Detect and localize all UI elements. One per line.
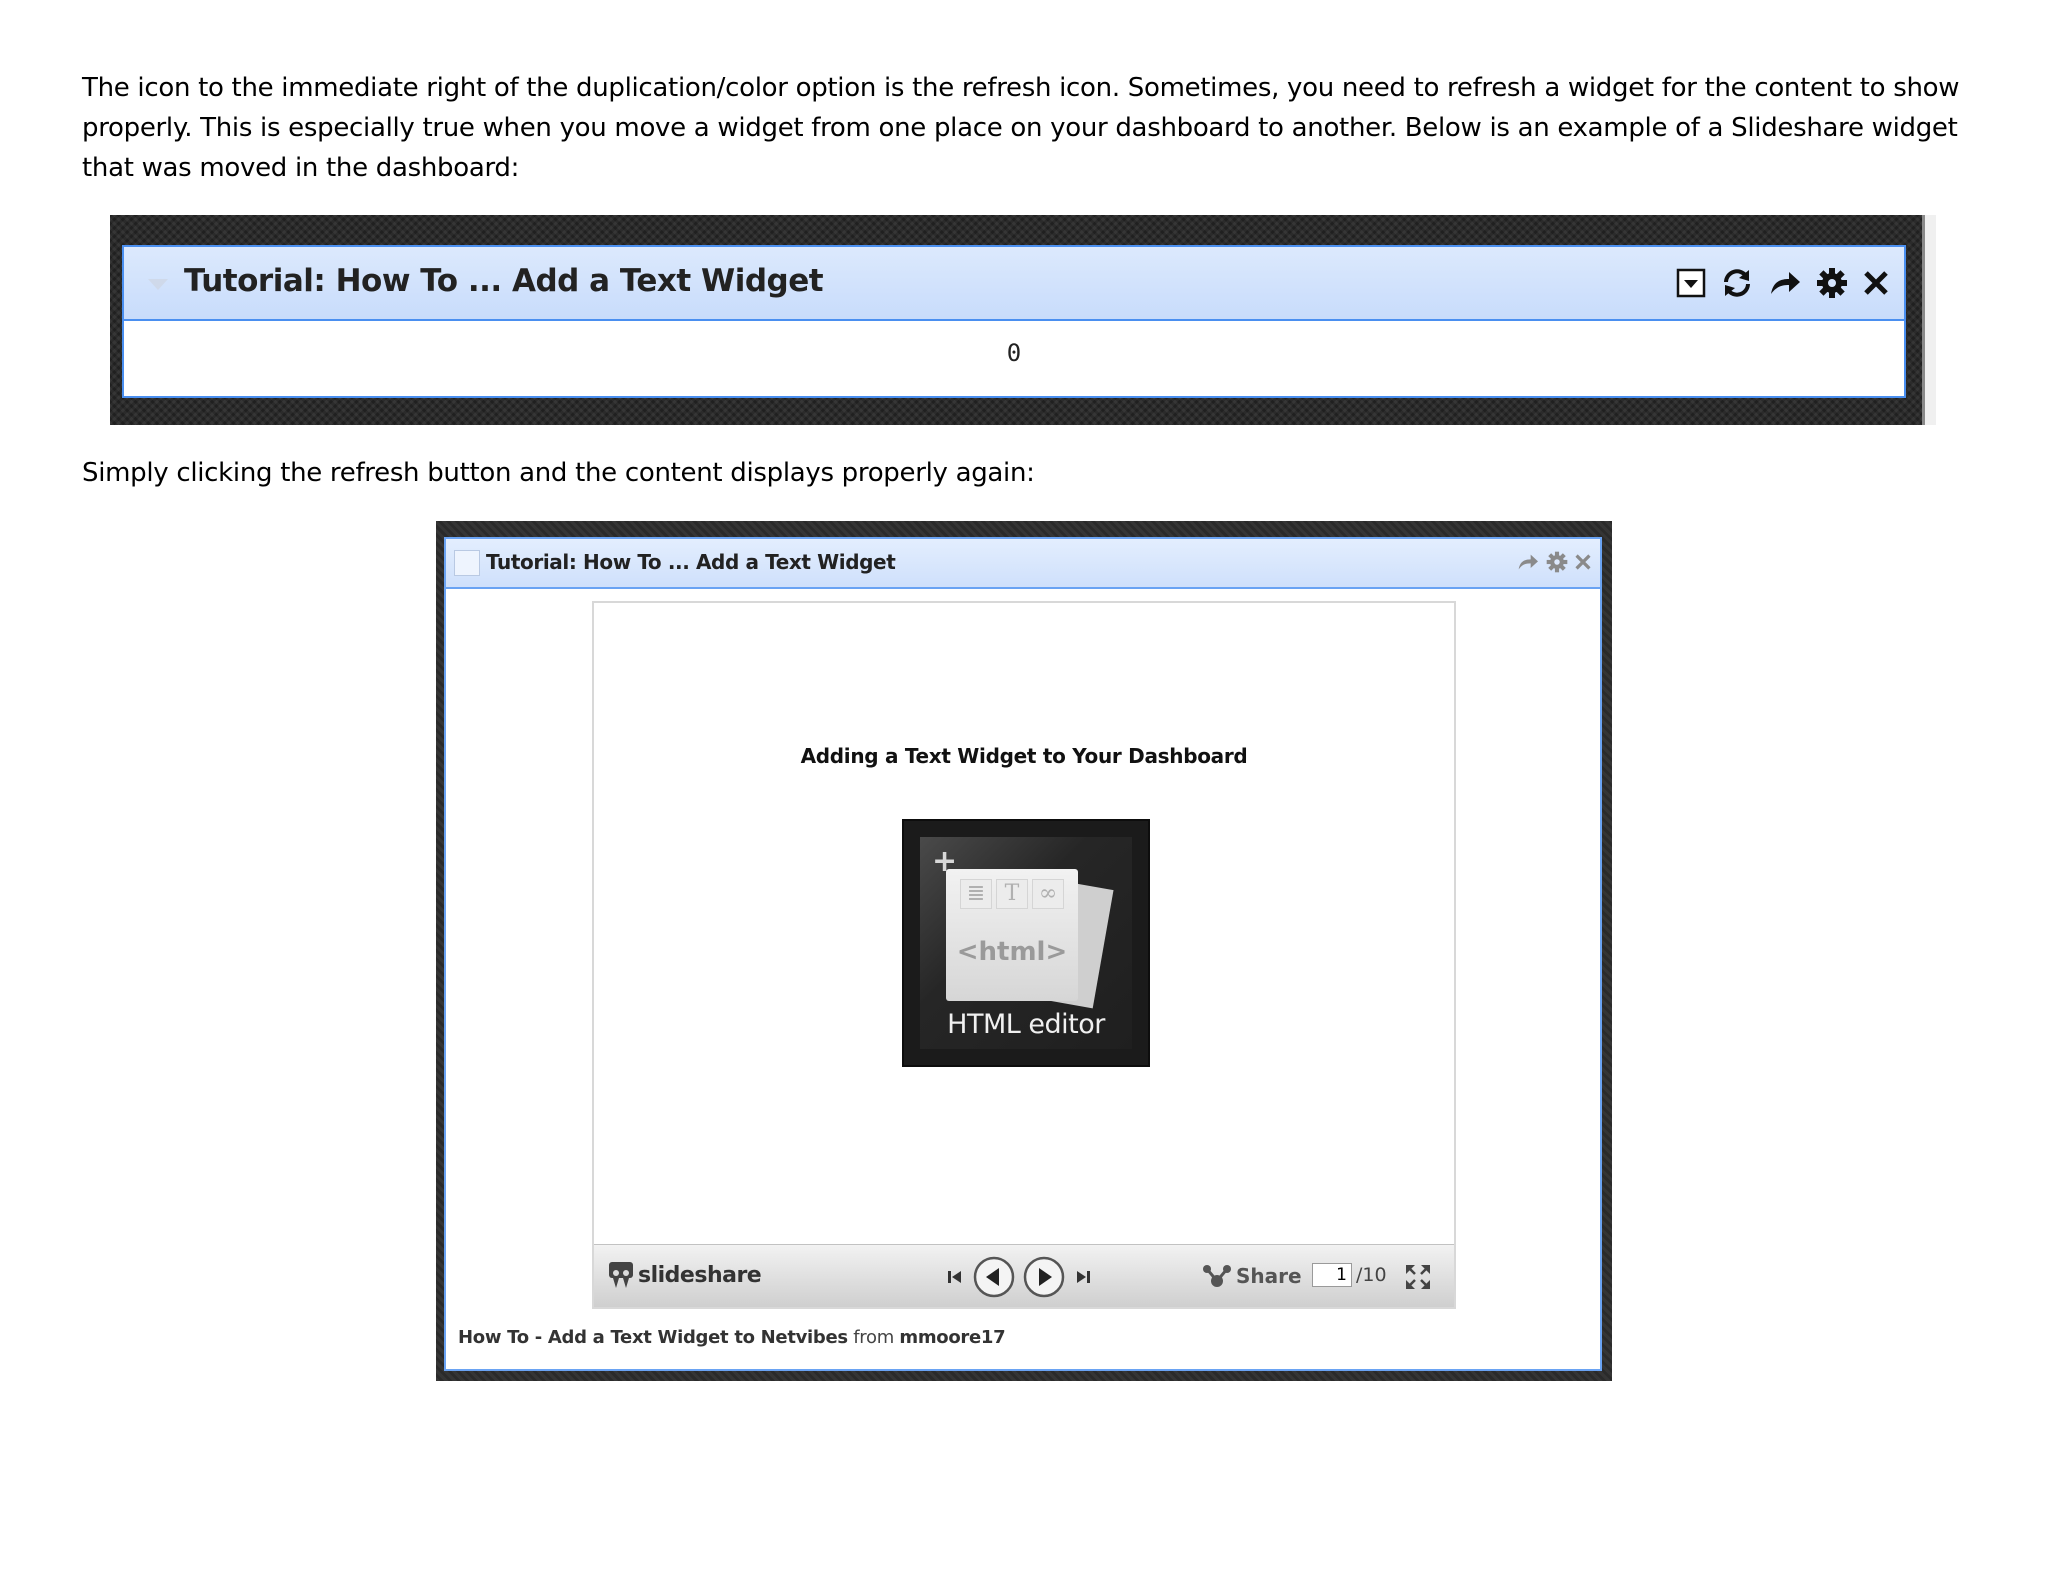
last-slide-icon[interactable] (1072, 1266, 1094, 1293)
share-label: Share (1236, 1264, 1302, 1288)
close-icon[interactable] (1574, 553, 1592, 576)
slide-title: Adding a Text Widget to Your Dashboard (800, 744, 1248, 768)
close-icon[interactable] (1862, 269, 1890, 297)
page-indicator: /10 (1312, 1263, 1387, 1287)
widget-toolbar (1676, 263, 1890, 303)
document-page: The icon to the immediate right of the d… (0, 0, 2048, 1582)
slideshare-logo-text: slideshare (638, 1262, 762, 1288)
refresh-icon[interactable] (1720, 266, 1754, 300)
presentation-link[interactable]: How To - Add a Text Widget to Netvibes (458, 1327, 848, 1348)
embed-caption: How To - Add a Text Widget to Netvibes f… (458, 1327, 1006, 1348)
format-glyphs: ≣ T ∞ (960, 879, 1064, 909)
document-icon: ≣ T ∞ <html> (946, 869, 1078, 1001)
gear-icon[interactable] (1816, 267, 1848, 299)
align-icon: ≣ (960, 879, 992, 909)
next-slide-button[interactable] (1022, 1255, 1066, 1304)
widget-checkbox[interactable] (454, 550, 480, 576)
slideshare-logo-icon (609, 1262, 633, 1288)
widget-header: Tutorial: How To ... Add a Text Widget (124, 247, 1904, 321)
link-icon: ∞ (1032, 879, 1064, 909)
widget-header: Tutorial: How To ... Add a Text Widget (446, 539, 1600, 589)
slide-navigation (944, 1255, 1094, 1304)
widget-title: Tutorial: How To ... Add a Text Widget (486, 550, 896, 574)
widget-toolbar (1516, 551, 1592, 578)
share-button[interactable]: Share (1202, 1263, 1302, 1289)
html-code-label: <html> (956, 937, 1068, 967)
share-network-icon (1203, 1265, 1231, 1287)
screenshot-fixed-widget: Tutorial: How To ... Add a Text Widget A… (436, 521, 1612, 1381)
widget-panel: Tutorial: How To ... Add a Text Widget A… (444, 537, 1602, 1371)
page-total: /10 (1356, 1264, 1387, 1286)
tile-label: HTML editor (947, 1009, 1105, 1040)
caption-from: from (853, 1327, 894, 1348)
dropdown-icon[interactable] (1676, 268, 1706, 298)
previous-slide-button[interactable] (972, 1255, 1016, 1304)
widget-body-value: 0 (1006, 339, 1022, 367)
fullscreen-icon[interactable] (1404, 1263, 1432, 1296)
collapse-arrow-icon[interactable] (148, 279, 168, 290)
author-link[interactable]: mmoore17 (899, 1327, 1005, 1348)
first-slide-icon[interactable] (944, 1266, 966, 1293)
scrollbar[interactable] (1922, 215, 1936, 425)
screenshot-broken-widget: Tutorial: How To ... Add a Text Widget 0 (110, 215, 1922, 425)
player-controls: slideshare Share 1 /10 (594, 1244, 1454, 1307)
widget-title: Tutorial: How To ... Add a Text Widget (184, 263, 824, 299)
text-icon: T (996, 879, 1028, 909)
gear-icon[interactable] (1546, 551, 1568, 578)
intro-paragraph: The icon to the immediate right of the d… (82, 73, 1960, 183)
share-icon[interactable] (1516, 552, 1540, 577)
widget-panel: Tutorial: How To ... Add a Text Widget 0 (122, 245, 1906, 398)
html-editor-tile: + ≣ T ∞ <html> HTML editor (902, 819, 1150, 1067)
slideshare-logo[interactable]: slideshare (608, 1261, 762, 1289)
slideshare-player: Adding a Text Widget to Your Dashboard +… (592, 601, 1456, 1309)
share-icon[interactable] (1768, 268, 1802, 298)
followup-paragraph: Simply clicking the refresh button and t… (82, 458, 1035, 488)
page-number-input[interactable] (1312, 1263, 1352, 1287)
